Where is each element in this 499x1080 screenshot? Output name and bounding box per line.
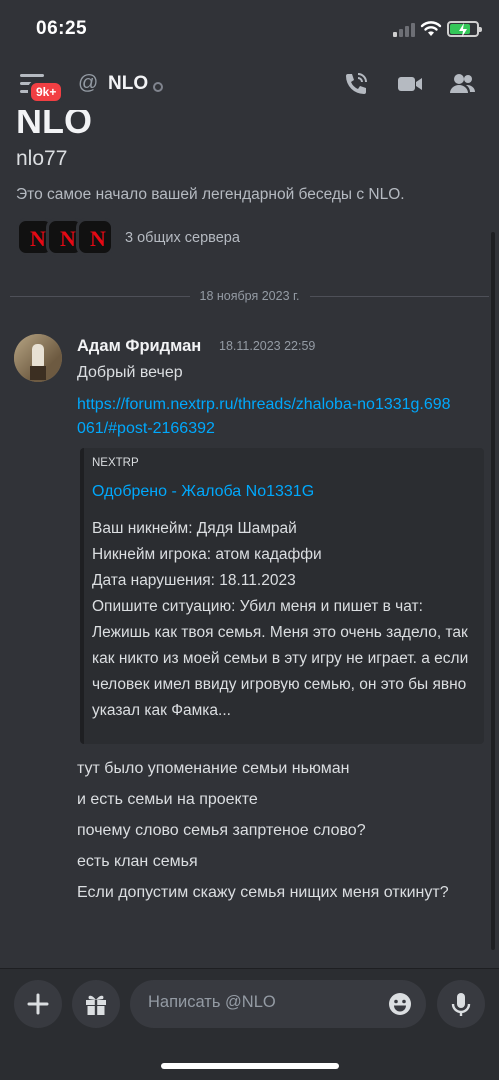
followup-message: и есть семьи на проекте xyxy=(77,791,258,808)
offline-status-icon xyxy=(153,82,163,92)
common-servers-icons[interactable]: N N N xyxy=(16,218,116,256)
status-bar: 06:25 xyxy=(0,0,499,56)
message-link[interactable]: https://forum.nextrp.ru/threads/zhaloba-… xyxy=(77,393,457,441)
followup-message: тут было упоменание семьи ньюман xyxy=(77,760,350,777)
followup-message: Если допустим скажу семья нищих меня отк… xyxy=(77,884,449,901)
message-input[interactable] xyxy=(148,993,368,1012)
message-timestamp: 18.11.2023 22:59 xyxy=(219,339,316,353)
home-indicator xyxy=(161,1063,339,1069)
at-icon: @ xyxy=(78,72,99,94)
server-icon: N xyxy=(76,218,114,256)
status-time: 06:25 xyxy=(36,18,88,39)
date-divider-label: 18 ноября 2023 г. xyxy=(189,289,310,303)
embed-line: Опишите ситуацию: Убил меня и пишет в ча… xyxy=(92,598,469,719)
gift-button[interactable] xyxy=(72,980,120,1028)
embed-provider: NEXTRP xyxy=(92,457,139,469)
message-input-wrapper xyxy=(130,980,426,1028)
intro-description: Это самое начало вашей легендарной бесед… xyxy=(16,186,405,203)
avatar[interactable] xyxy=(14,334,62,382)
link-embed: NEXTRP Одобрено - Жалоба No1331G Ваш ник… xyxy=(80,448,484,744)
plus-icon xyxy=(27,993,49,1015)
embed-title[interactable]: Одобрено - Жалоба No1331G xyxy=(92,483,314,501)
followup-message: есть клан семья xyxy=(77,853,198,870)
embed-line: Дата нарушения: 18.11.2023 xyxy=(92,572,296,589)
chat-header xyxy=(0,56,499,112)
signal-icon xyxy=(393,23,417,37)
wifi-icon xyxy=(420,21,442,36)
gift-icon xyxy=(86,995,106,1015)
followup-message: почему слово семья запртеное слово? xyxy=(77,822,366,839)
date-divider: 18 ноября 2023 г. xyxy=(0,289,499,303)
message-author[interactable]: Адам Фридман xyxy=(77,337,201,356)
intro-username: nlo77 xyxy=(16,147,68,170)
add-attachment-button[interactable] xyxy=(14,980,62,1028)
scrollbar[interactable] xyxy=(491,232,495,950)
embed-description: Ваш никнейм: Дядя Шамрай Никнейм игрока:… xyxy=(92,516,472,724)
video-icon[interactable] xyxy=(396,70,424,98)
message-text: Добрый вечер xyxy=(77,364,183,381)
embed-line: Ваш никнейм: Дядя Шамрай xyxy=(92,520,297,537)
header-title[interactable]: NLO xyxy=(108,73,148,95)
microphone-icon xyxy=(451,993,471,1016)
voice-message-button[interactable] xyxy=(437,980,485,1028)
call-icon[interactable] xyxy=(342,70,370,98)
embed-line: Никнейм игрока: атом кадаффи xyxy=(92,546,322,563)
common-servers-label[interactable]: 3 общих сервера xyxy=(125,230,240,246)
emoji-icon[interactable] xyxy=(388,992,412,1016)
notification-badge: 9k+ xyxy=(28,80,65,104)
members-icon[interactable] xyxy=(448,70,476,98)
battery-icon xyxy=(447,21,482,37)
